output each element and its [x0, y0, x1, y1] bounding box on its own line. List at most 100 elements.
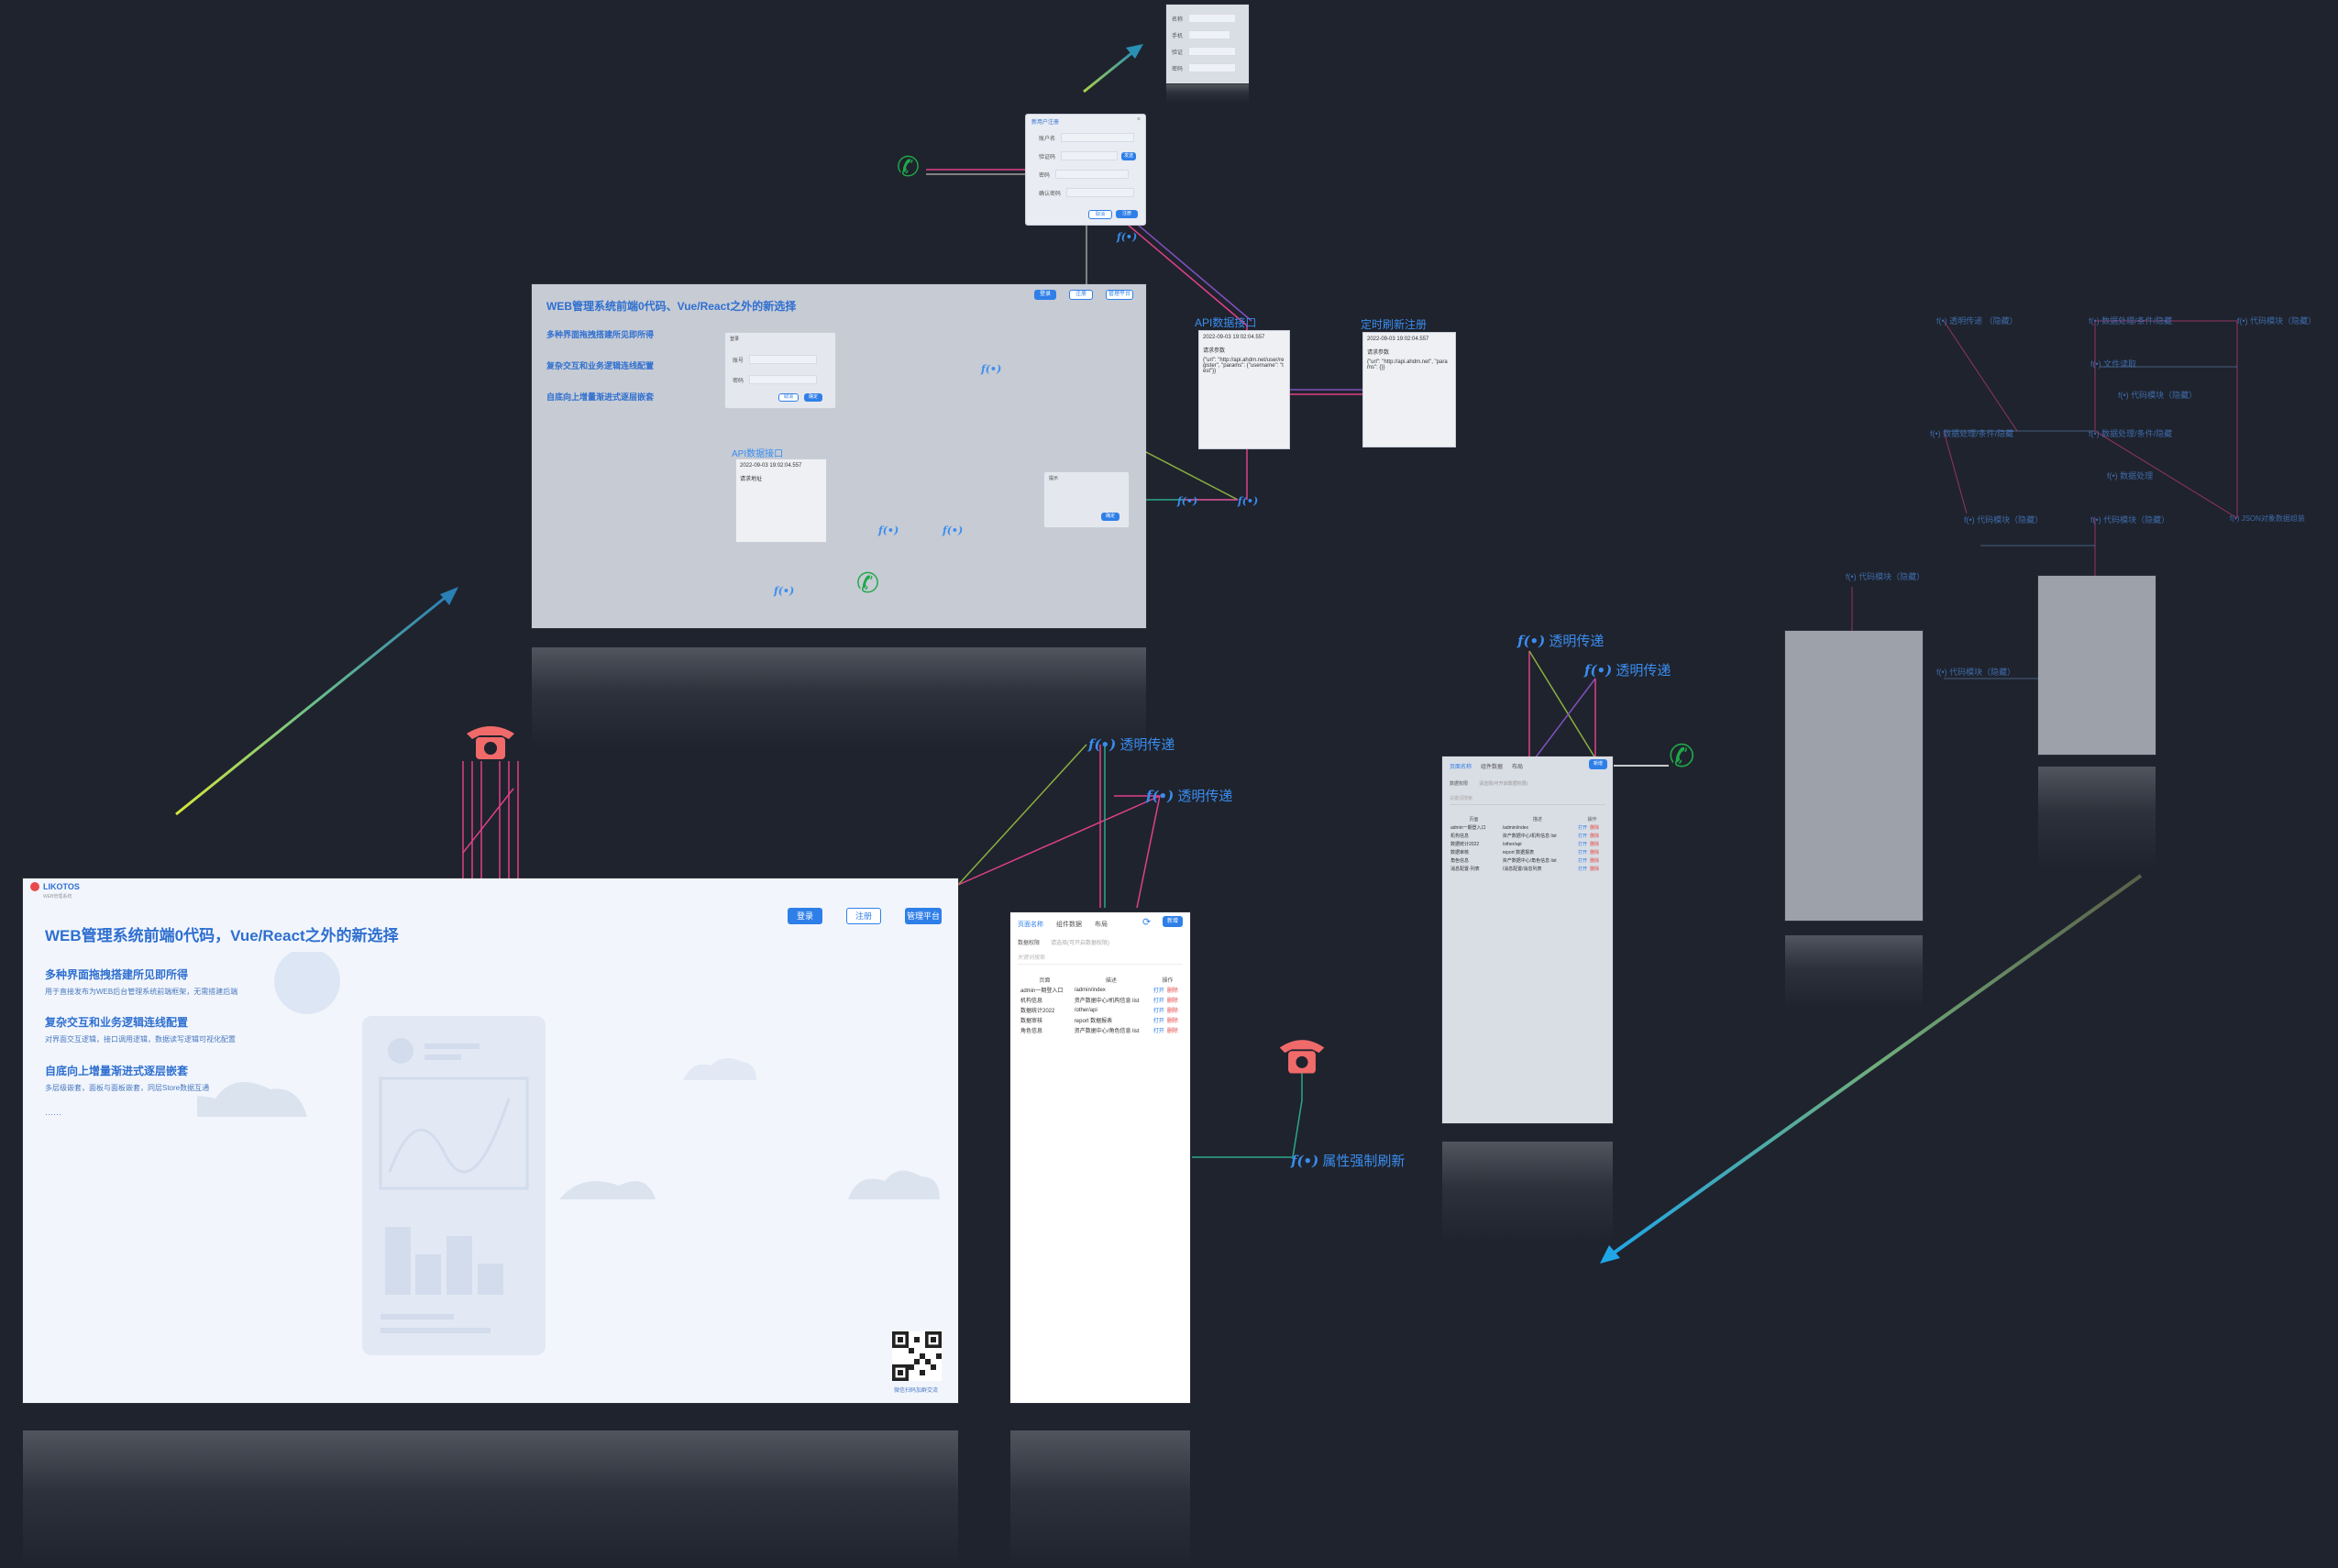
table-row[interactable]: 数据审核 report 数据报表 打开 删除: [1018, 1015, 1185, 1025]
api-card-title: API数据接口: [1195, 316, 1257, 329]
delete-link[interactable]: 删除: [1590, 858, 1599, 864]
table-row[interactable]: 角色信息 资产数据中心/角色信息 list 打开 删除: [1448, 856, 1609, 865]
username-input[interactable]: [1061, 133, 1135, 142]
refresh-icon[interactable]: ⟳: [1142, 916, 1151, 928]
text-input[interactable]: [1188, 63, 1237, 72]
feature-heading: 自底向上增量渐进式逐层嵌套: [45, 1065, 189, 1077]
function-node: f(•): [878, 525, 899, 536]
open-link[interactable]: 打开: [1578, 834, 1587, 839]
function-node: f(•): [1117, 231, 1138, 243]
table-row[interactable]: 机构信息 资产数据中心/机构信息 list 打开 删除: [1448, 832, 1609, 840]
table-row[interactable]: admin一期登入口/admin/index 打开 删除: [1448, 823, 1609, 832]
password-input[interactable]: [749, 375, 818, 384]
form-row: 账户名: [1039, 133, 1135, 142]
delete-link[interactable]: 删除: [1590, 867, 1599, 872]
cancel-button[interactable]: 取消: [778, 393, 799, 402]
password-input[interactable]: [1055, 170, 1130, 179]
form-row: 验证: [1172, 47, 1237, 56]
delete-link[interactable]: 删除: [1167, 1009, 1178, 1014]
filter-select[interactable]: 请选择(可开启数据权限): [1051, 938, 1109, 946]
open-link[interactable]: 打开: [1153, 1009, 1164, 1014]
arrow-line: [1083, 49, 1136, 94]
account-input[interactable]: [749, 355, 818, 364]
api-card: 2022-09-03 19:02:04.557 请求地址: [735, 458, 827, 543]
preview-title: WEB管理系统前端0代码、Vue/React之外的新选择: [546, 300, 797, 313]
function-node: f(•): [774, 585, 795, 597]
login-button[interactable]: 登录: [788, 908, 822, 924]
confirm-password-input[interactable]: [1066, 188, 1135, 197]
delete-link[interactable]: 删除: [1590, 834, 1599, 839]
table-row[interactable]: admin一期登入口/admin/index 打开 删除: [1018, 985, 1185, 995]
ok-button[interactable]: 确定: [804, 393, 822, 402]
table-row[interactable]: 角色信息 资产数据中心/角色信息 list 打开 删除: [1018, 1025, 1185, 1035]
tab[interactable]: 页面名称: [1450, 762, 1472, 770]
delete-link[interactable]: 删除: [1167, 988, 1178, 994]
form-row: 名称: [1172, 14, 1237, 23]
form-row: 密码: [1172, 63, 1237, 72]
register-button[interactable]: 注册: [846, 908, 881, 924]
page-list-panel-2: 页面名称 组件数据 布局 新增 数据权限 请选择(可开启数据权限) 关键词搜索 …: [1442, 756, 1613, 1123]
text-input[interactable]: [1188, 14, 1237, 23]
tab[interactable]: 组件数据: [1056, 920, 1082, 929]
function-node-label: f(•) 代码模块（隐藏）: [1936, 668, 2016, 677]
delete-link[interactable]: 删除: [1590, 842, 1599, 847]
open-link[interactable]: 打开: [1578, 842, 1587, 847]
form-row: 密码: [1039, 170, 1130, 179]
tab[interactable]: 页面名称: [1018, 920, 1043, 929]
code-input[interactable]: [1061, 151, 1119, 160]
function-node-label: f(•) 代码模块（隐藏）: [2090, 515, 2170, 525]
open-link[interactable]: 打开: [1578, 825, 1587, 831]
logo-subtitle: WEB管理系统: [43, 894, 72, 900]
table-row[interactable]: 数据审核 report 数据报表 打开 删除: [1448, 848, 1609, 856]
open-link[interactable]: 打开: [1578, 850, 1587, 856]
table-header: 页面 描述 操作: [1469, 817, 1597, 823]
delete-link[interactable]: 删除: [1167, 999, 1178, 1004]
form-row: 确认密码: [1039, 188, 1135, 197]
tab[interactable]: 布局: [1095, 920, 1108, 929]
table-row[interactable]: 数据统计2022/other/api 打开 删除: [1018, 1005, 1185, 1015]
text-input[interactable]: [1188, 47, 1237, 56]
tab[interactable]: 组件数据: [1481, 762, 1503, 770]
send-code-button[interactable]: 发送: [1121, 151, 1137, 160]
cancel-button[interactable]: 取消: [1088, 210, 1112, 219]
form-row: 密码: [733, 375, 818, 384]
search-input[interactable]: 关键词搜索: [1450, 795, 1605, 805]
add-button[interactable]: 新增: [1163, 916, 1183, 927]
transparent-pass-node: f(•) 透明传递: [1517, 633, 1605, 649]
delete-link[interactable]: 删除: [1167, 1019, 1178, 1024]
console-button[interactable]: 管理平台: [905, 908, 942, 924]
cloud-icon: [848, 1170, 940, 1199]
api-card-title: 定时刷新注册: [1361, 318, 1428, 331]
open-link[interactable]: 打开: [1578, 858, 1587, 864]
arrow-head: [440, 587, 458, 605]
close-icon[interactable]: ×: [1137, 116, 1141, 123]
open-link[interactable]: 打开: [1578, 867, 1587, 872]
form-row: 验证码 发送: [1039, 151, 1137, 160]
add-button[interactable]: 新增: [1589, 759, 1607, 769]
function-node-label: f(•) 数据处理: [2107, 471, 2154, 480]
text-input[interactable]: [1188, 30, 1231, 39]
reflection: [1166, 84, 1249, 103]
open-link[interactable]: 打开: [1153, 1019, 1164, 1024]
reflection: [1010, 1430, 1190, 1568]
phone-answer-icon: ✆: [897, 152, 921, 182]
submit-button[interactable]: 注册: [1116, 210, 1138, 218]
open-link[interactable]: 打开: [1153, 1029, 1164, 1034]
function-node: f(•): [943, 525, 964, 536]
open-link[interactable]: 打开: [1153, 988, 1164, 994]
search-input[interactable]: 关键词搜索: [1018, 953, 1183, 965]
delete-link[interactable]: 删除: [1590, 850, 1599, 856]
table-row[interactable]: 消息配置-列表/消息配置/消息列表 打开 删除: [1448, 865, 1609, 873]
tab[interactable]: 布局: [1512, 762, 1523, 770]
filter-select[interactable]: 请选择(可开启数据权限): [1479, 780, 1527, 787]
delete-link[interactable]: 删除: [1590, 825, 1599, 831]
phone-answer-icon: ✆: [1669, 739, 1695, 774]
console-button[interactable]: 管理平台: [1106, 290, 1133, 300]
delete-link[interactable]: 删除: [1167, 1029, 1178, 1034]
register-button[interactable]: 注册: [1069, 290, 1093, 300]
table-row[interactable]: 机构信息 资产数据中心/机构信息 list 打开 删除: [1018, 995, 1185, 1005]
table-row[interactable]: 数据统计2022/other/api 打开 删除: [1448, 840, 1609, 848]
login-button[interactable]: 登录: [1034, 290, 1056, 300]
ok-button[interactable]: 确定: [1101, 513, 1119, 521]
open-link[interactable]: 打开: [1153, 999, 1164, 1004]
